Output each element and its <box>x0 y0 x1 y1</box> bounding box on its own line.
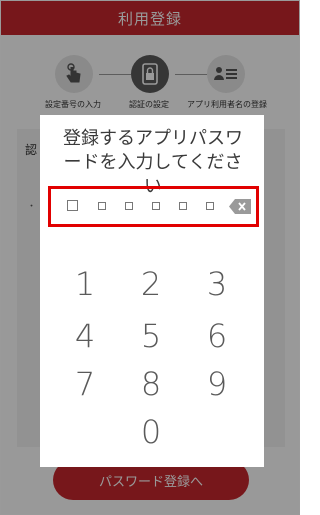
key-3[interactable]: 3 <box>192 265 242 303</box>
pin-digit-slot <box>152 202 160 210</box>
key-4[interactable]: 4 <box>60 317 110 355</box>
app-frame: 利用登録 設定番号の入力 認証の設定 アプリ利用者名の登録 認 ・ パスワード登… <box>0 0 300 515</box>
key-8[interactable]: 8 <box>126 365 176 403</box>
pin-input[interactable] <box>48 186 259 227</box>
backspace-icon[interactable] <box>229 199 251 214</box>
pin-digit-slot <box>98 202 106 210</box>
key-7[interactable]: 7 <box>60 365 110 403</box>
password-modal: 登録するアプリパスワードを入力してください 1 2 3 4 5 6 7 8 9 … <box>40 115 264 467</box>
pin-digit-slot <box>179 202 187 210</box>
key-0[interactable]: 0 <box>126 413 176 451</box>
pin-digit-slot <box>206 202 214 210</box>
key-6[interactable]: 6 <box>192 317 242 355</box>
key-2[interactable]: 2 <box>126 265 176 303</box>
key-5[interactable]: 5 <box>126 317 176 355</box>
pin-digit-slot <box>67 200 78 211</box>
key-1[interactable]: 1 <box>60 265 110 303</box>
pin-digit-slot <box>125 202 133 210</box>
key-9[interactable]: 9 <box>192 365 242 403</box>
